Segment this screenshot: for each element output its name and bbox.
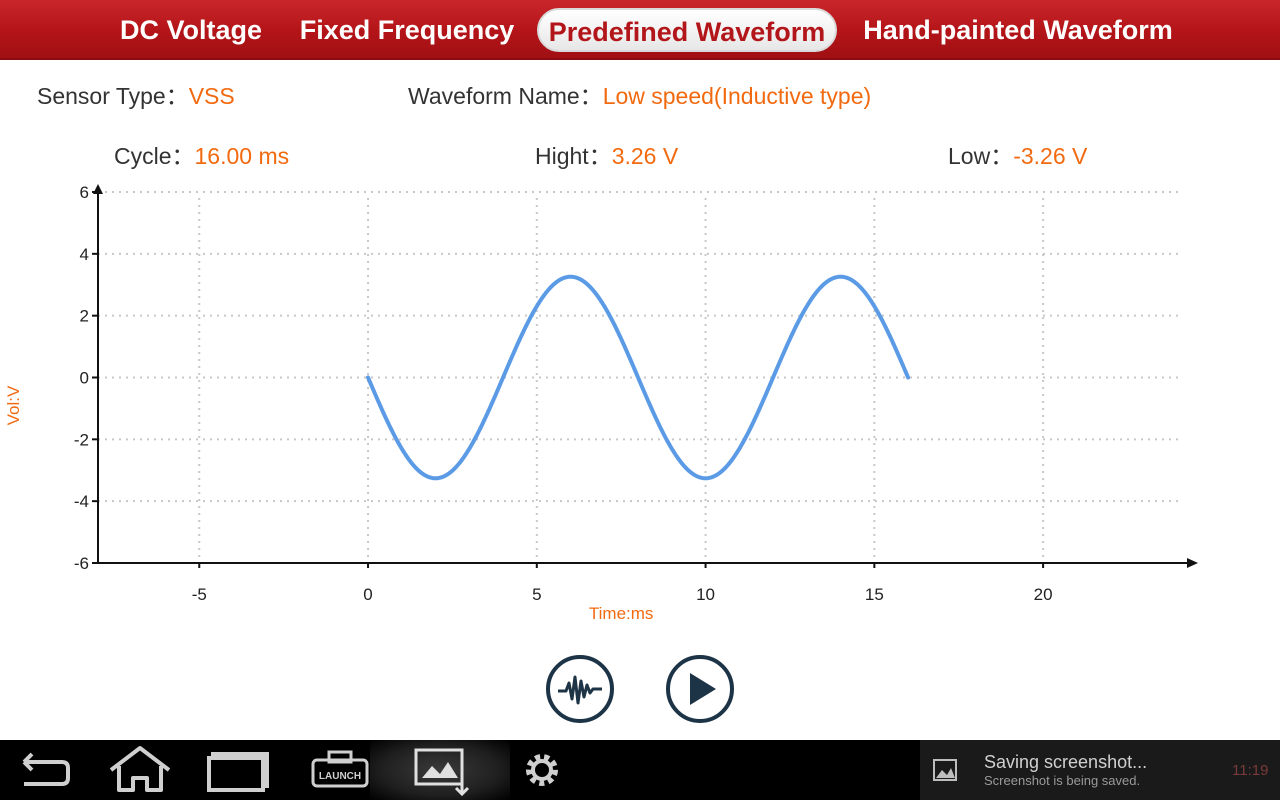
high-value: 3.26 V [611, 143, 679, 169]
waveform-button[interactable] [546, 655, 614, 723]
waveform-name-label: Waveform Name： [408, 83, 603, 109]
tab-bar: DC Voltage Fixed Frequency Predefined Wa… [0, 0, 1280, 60]
waveform-icon [558, 675, 602, 705]
x-axis-arrow [1187, 558, 1198, 568]
launch-label: LAUNCH [319, 771, 361, 782]
screenshot-button[interactable] [370, 740, 510, 800]
back-button[interactable] [0, 740, 90, 800]
y-tick-label: -2 [74, 430, 89, 449]
high-label: Hight： [535, 143, 612, 169]
low-value: -3.26 V [1013, 143, 1088, 169]
cycle-label: Cycle： [114, 143, 195, 169]
y-tick-label: 4 [80, 245, 89, 264]
x-tick-label: -5 [192, 585, 207, 604]
screenshot-icon [414, 748, 470, 797]
y-tick-label: -4 [74, 492, 89, 511]
image-notification-icon [933, 759, 957, 781]
x-tick-label: 10 [696, 585, 715, 604]
chart-tick-labels: 6420-2-4-6-5 0 5 10 15 20 [74, 183, 1053, 604]
play-icon [690, 673, 716, 705]
tab-hand-painted-waveform[interactable]: Hand-painted Waveform [856, 8, 1180, 52]
x-tick-label: 0 [363, 585, 372, 604]
waveform-name-row: Waveform Name：Low speed(Inductive type) [408, 77, 871, 111]
y-tick-label: 2 [80, 307, 89, 326]
y-tick-label: 6 [80, 183, 89, 202]
status-clock: 11:19 [1232, 762, 1269, 779]
x-axis-label: Time:ms [589, 604, 654, 623]
y-tick-label: 0 [80, 369, 89, 388]
tab-predefined-waveform[interactable]: Predefined Waveform [537, 8, 837, 52]
y-tick-label: -6 [74, 554, 89, 573]
notification-subtitle: Screenshot is being saved. [984, 773, 1141, 788]
chart-axes [92, 184, 1198, 568]
settings-icon [526, 754, 558, 786]
home-icon [109, 746, 171, 792]
notification-title: Saving screenshot... [984, 752, 1148, 772]
tab-fixed-frequency[interactable]: Fixed Frequency [296, 8, 518, 52]
home-button[interactable] [95, 740, 185, 800]
x-tick-label: 20 [1034, 585, 1053, 604]
low-label: Low： [948, 143, 1014, 169]
play-button[interactable] [666, 655, 734, 723]
cycle-row: Cycle：16.00 ms [114, 137, 289, 171]
x-tick-label: 5 [532, 585, 541, 604]
settings-button[interactable] [497, 740, 587, 800]
sensor-type-row: Sensor Type：VSS [37, 77, 235, 111]
cycle-value: 16.00 ms [194, 143, 290, 169]
back-icon [22, 752, 70, 786]
waveform-chart: 6420-2-4-6-5 0 5 10 15 20 Time:ms Vol:V [4, 183, 1198, 623]
y-axis-label: Vol:V [4, 385, 23, 425]
tab-dc-voltage[interactable]: DC Voltage [110, 8, 272, 52]
low-row: Low：-3.26 V [948, 137, 1087, 171]
waveform-name-value: Low speed(Inductive type) [602, 83, 872, 109]
recent-apps-button[interactable] [195, 740, 285, 800]
sensor-type-label: Sensor Type： [37, 83, 189, 109]
sensor-type-value: VSS [188, 83, 235, 109]
x-tick-label: 15 [865, 585, 884, 604]
recent-apps-icon [207, 752, 269, 792]
high-row: Hight：3.26 V [535, 137, 678, 171]
app-window: DC Voltage Fixed Frequency Predefined Wa… [0, 0, 1280, 800]
